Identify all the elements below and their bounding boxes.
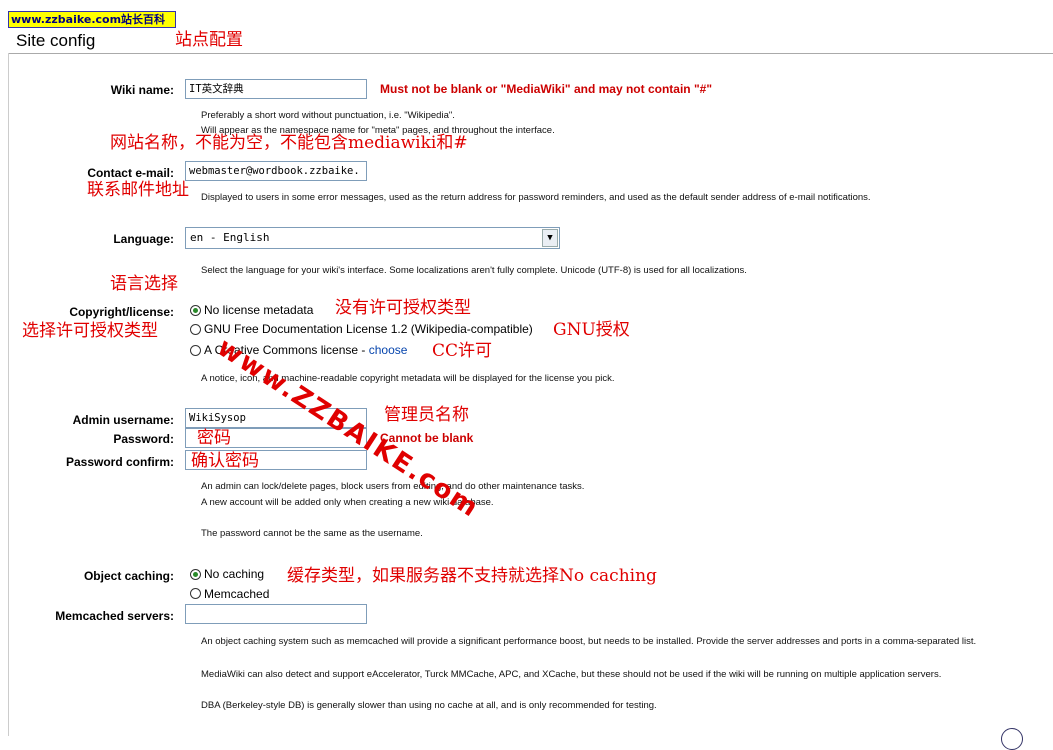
caching-memcached-radio[interactable] [190,588,201,599]
caching-annotation: 缓存类型，如果服务器不支持就选择No caching [287,566,657,586]
language-help: Select the language for your wiki's inte… [201,265,747,276]
caching-help-3: DBA (Berkeley-style DB) is generally slo… [201,700,657,711]
password-confirm-label: Password confirm: [65,455,174,469]
license-none-label[interactable]: No license metadata [204,303,313,317]
wiki-name-label: Wiki name: [110,83,174,97]
contact-email-help: Displayed to users in some error message… [201,192,871,203]
contact-email-input[interactable]: webmaster@wordbook.zzbaike. [185,161,367,181]
password-label: Password: [113,432,174,446]
password-annotation: 密码 [197,428,231,448]
help-icon[interactable] [1001,728,1023,750]
wiki-name-input[interactable]: IT英文辞典 [185,79,367,99]
license-cc-annotation: CC许可 [432,341,493,361]
license-gfdl-radio[interactable] [190,324,201,335]
wiki-name-annotation: 网站名称，不能为空，不能包含mediawiki和# [110,133,468,153]
copyright-annotation: 选择许可授权类型 [22,321,158,341]
object-caching-label: Object caching: [83,569,174,583]
admin-help-1: An admin can lock/delete pages, block us… [201,481,585,492]
wiki-name-help-1: Preferably a short word without punctuat… [201,110,455,121]
password-confirm-annotation: 确认密码 [191,451,259,471]
site-tag: www.zzbaike.com站长百科 [8,11,176,28]
page-title: Site config [16,31,96,50]
admin-username-label: Admin username: [72,413,174,427]
language-label: Language: [113,232,174,246]
license-gfdl-annotation: GNU授权 [553,320,630,340]
caching-help-1: An object caching system such as memcach… [201,636,977,647]
license-none-radio[interactable] [190,305,201,316]
left-border [8,53,9,736]
caching-help-2: MediaWiki can also detect and support eA… [201,669,942,680]
language-selected-value: en - English [190,231,270,244]
language-select[interactable]: en - English ▼ [185,227,560,249]
admin-help-3: The password cannot be the same as the u… [201,528,423,539]
title-annotation: 站点配置 [175,30,243,50]
contact-email-label: Contact e-mail: [87,166,174,180]
wiki-name-error: Must not be blank or "MediaWiki" and may… [380,82,713,96]
license-gfdl-label[interactable]: GNU Free Documentation License 1.2 (Wiki… [204,322,533,336]
memcached-servers-input[interactable] [185,604,367,624]
license-cc-radio[interactable] [190,345,201,356]
caching-none-radio[interactable] [190,569,201,580]
chevron-down-icon[interactable]: ▼ [542,229,558,247]
license-none-annotation: 没有许可授权类型 [335,298,471,318]
memcached-servers-label: Memcached servers: [55,609,174,623]
choose-license-link[interactable]: choose [369,343,408,357]
copyright-label: Copyright/license: [69,305,174,319]
caching-none-label[interactable]: No caching [204,567,264,581]
caching-memcached-label[interactable]: Memcached [204,587,269,601]
contact-email-annotation: 联系邮件地址 [87,180,189,200]
heading-divider [8,53,1053,54]
language-annotation: 语言选择 [110,274,178,294]
admin-username-annotation: 管理员名称 [384,405,469,425]
